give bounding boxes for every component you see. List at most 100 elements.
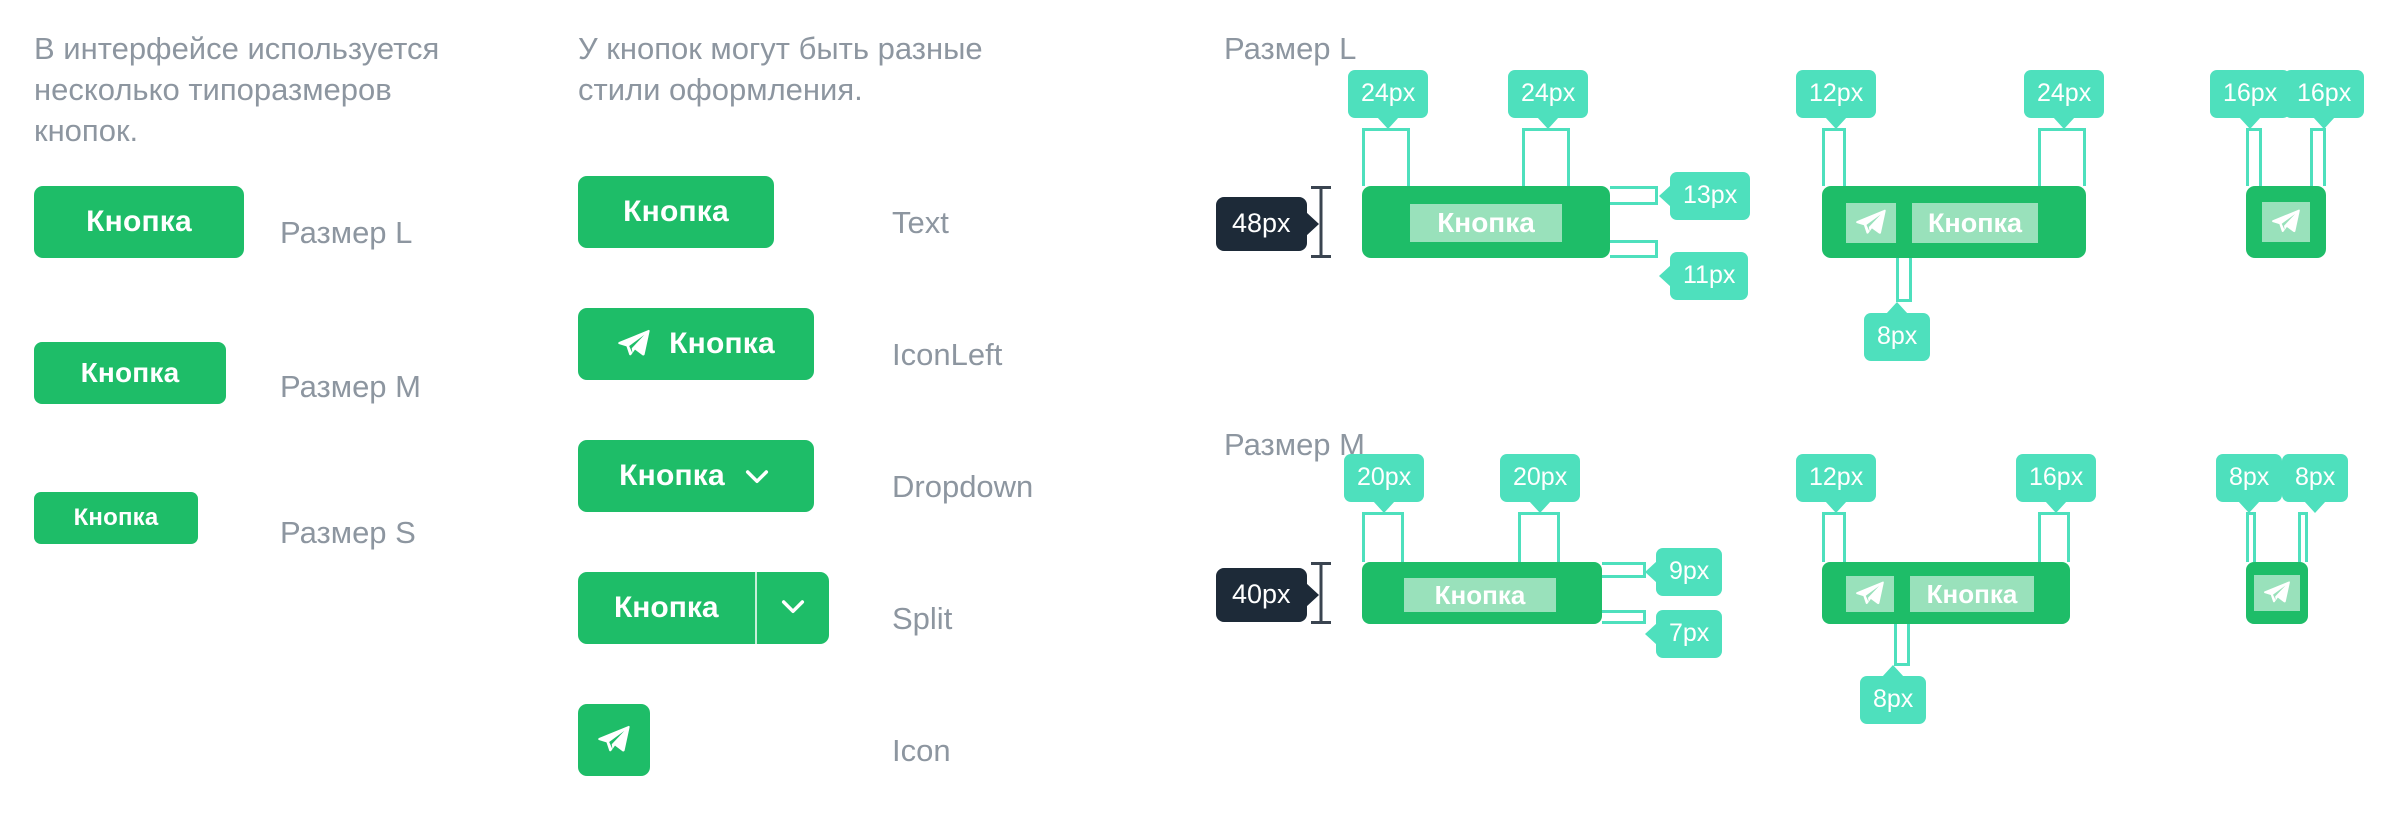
button-style-icon[interactable] xyxy=(578,704,650,776)
spec-m-icon-gap-badge: 8px xyxy=(1860,665,1927,724)
spec-m-icon-pad-left-value: 12px xyxy=(1809,463,1864,491)
chevron-down-icon xyxy=(741,460,773,492)
button-style-split-label: Кнопка xyxy=(614,591,719,624)
spec-m-icon-pad-right-value: 16px xyxy=(2029,463,2084,491)
paper-plane-icon xyxy=(617,327,651,361)
intro-text-sizes: В интерфейсе используется несколько типо… xyxy=(34,31,440,148)
spec-m-icononly-pad-left-badge: 8px xyxy=(2216,454,2283,513)
spec-m-pad-left-value: 20px xyxy=(1357,463,1412,491)
size-s-caption: Размер S xyxy=(280,515,416,550)
spec-l-text-button-label: Кнопка xyxy=(1437,207,1535,238)
spec-l-icononly-pad-left-bracket xyxy=(2246,128,2262,186)
spec-l-icon-pad-left-bracket xyxy=(1822,128,1846,186)
spec-l-cap-bottom-bracket xyxy=(1610,240,1658,258)
spec-l-height-value: 48px xyxy=(1232,208,1291,238)
split-toggle-button[interactable] xyxy=(757,572,829,644)
style-text-caption: Text xyxy=(892,205,949,240)
spec-m-icon-glyph xyxy=(1846,576,1894,612)
spec-l-cap-bottom-badge: 11px xyxy=(1659,252,1749,300)
paper-plane-icon xyxy=(597,723,631,757)
spec-m-text-button-label: Кнопка xyxy=(1434,579,1526,610)
spec-m-icononly-button xyxy=(2246,562,2308,624)
spec-l-icon-button-label: Кнопка xyxy=(1927,207,2023,238)
spec-l-pad-left-value: 24px xyxy=(1361,79,1416,107)
button-style-iconleft-label: Кнопка xyxy=(669,327,775,360)
spec-m-cap-top-value: 9px xyxy=(1669,557,1710,585)
style-split-caption: Split xyxy=(892,601,953,636)
button-style-dropdown[interactable]: Кнопка xyxy=(578,440,814,512)
size-l-caption: Размер L xyxy=(280,215,413,250)
spec-m-icononly-pad-right-value: 8px xyxy=(2295,463,2336,491)
spec-l-icon-glyph xyxy=(1846,203,1896,243)
spec-m-icononly-pad-left-bracket xyxy=(2246,512,2256,562)
spec-m-height-value: 40px xyxy=(1232,579,1291,609)
split-divider xyxy=(754,572,757,644)
spec-l-icon-gap-value: 8px xyxy=(1877,322,1918,350)
button-style-dropdown-label: Кнопка xyxy=(619,459,725,492)
button-size-l[interactable]: Кнопка xyxy=(34,186,244,258)
spec-m-pad-right-value: 20px xyxy=(1513,463,1568,491)
spec-m-cap-bottom-badge: 7px xyxy=(1645,610,1723,658)
spec-m-icon-button: Кнопка xyxy=(1822,562,2070,624)
spec-l-icon-gap-bracket xyxy=(1896,258,1912,302)
spec-m-pad-left-badge: 20px xyxy=(1344,454,1425,513)
spec-m-icononly-pad-right-bracket xyxy=(2298,512,2308,562)
button-size-s-label: Кнопка xyxy=(73,504,159,531)
spec-l-cap-top-bracket xyxy=(1610,186,1658,205)
spec-l-icon-button: Кнопка xyxy=(1822,186,2086,258)
spec-m-text-button: Кнопка xyxy=(1362,562,1602,624)
spec-m-icononly-glyph xyxy=(2254,575,2300,611)
spec-m-icon-pad-left-bracket xyxy=(1822,512,1846,562)
spec-l-pad-left-badge: 24px xyxy=(1348,70,1429,129)
spec-l-icononly-pad-right-badge: 16px xyxy=(2284,70,2365,129)
spec-l-icon-pad-left-badge: 12px xyxy=(1796,70,1877,129)
spec-m-icon-gap-bracket xyxy=(1894,624,1910,666)
spec-l-icononly-pad-right-value: 16px xyxy=(2297,79,2352,107)
button-size-m[interactable]: Кнопка xyxy=(34,342,226,404)
spec-m-cap-bottom-value: 7px xyxy=(1669,619,1710,647)
spec-m-icononly-pad-left-value: 8px xyxy=(2229,463,2270,491)
button-style-text[interactable]: Кнопка xyxy=(578,176,774,248)
paper-plane-icon xyxy=(1855,579,1885,609)
spec-m-icon-gap-value: 8px xyxy=(1873,685,1914,713)
spec-m-icon-button-label: Кнопка xyxy=(1926,578,2018,609)
button-style-iconleft[interactable]: Кнопка xyxy=(578,308,814,380)
spec-l-icononly-button xyxy=(2246,186,2326,258)
spec-m-icon-pad-right-badge: 16px xyxy=(2016,454,2097,513)
spec-l-text-button: Кнопка xyxy=(1362,186,1610,258)
button-size-s[interactable]: Кнопка xyxy=(34,492,198,544)
button-style-split[interactable]: Кнопка xyxy=(578,572,829,644)
spec-m-pad-right-bracket xyxy=(1518,512,1560,562)
spec-m-cap-top-bracket xyxy=(1602,562,1646,578)
intro-text-styles: У кнопок могут быть разные стили оформле… xyxy=(578,31,983,107)
spec-m-icon-pad-left-badge: 12px xyxy=(1796,454,1877,513)
style-icon-caption: Icon xyxy=(892,733,951,768)
spec-l-icon-pad-right-value: 24px xyxy=(2037,79,2092,107)
spec-m-height-badge: 40px xyxy=(1216,568,1319,622)
button-style-text-label: Кнопка xyxy=(623,195,729,228)
button-size-l-label: Кнопка xyxy=(86,205,192,238)
spec-l-cap-top-value: 13px xyxy=(1683,181,1738,209)
spec-l-pad-right-bracket xyxy=(1522,128,1570,186)
spec-m-cap-top-badge: 9px xyxy=(1645,548,1723,596)
spec-m-icononly-pad-right-badge: 8px xyxy=(2282,454,2349,513)
split-main-button[interactable]: Кнопка xyxy=(578,572,755,644)
spec-l-icononly-pad-left-badge: 16px xyxy=(2210,70,2291,129)
spec-l-icon-pad-right-badge: 24px xyxy=(2024,70,2105,129)
paper-plane-icon xyxy=(1855,207,1887,239)
spec-l-icon-pad-left-value: 12px xyxy=(1809,79,1864,107)
spec-m-cap-bottom-bracket xyxy=(1602,610,1646,624)
spec-m-pad-right-badge: 20px xyxy=(1500,454,1581,513)
paper-plane-icon xyxy=(2271,207,2301,237)
spec-l-icon-gap-badge: 8px xyxy=(1864,302,1931,361)
spec-l-icon-pad-right-bracket xyxy=(2038,128,2086,186)
style-iconleft-caption: IconLeft xyxy=(892,337,1003,372)
spec-l-pad-right-badge: 24px xyxy=(1508,70,1589,129)
spec-m-icon-pad-right-bracket xyxy=(2038,512,2070,562)
size-m-caption: Размер M xyxy=(280,369,421,404)
paper-plane-icon xyxy=(2263,579,2291,607)
spec-l-cap-top-badge: 13px xyxy=(1659,172,1751,220)
buttons-spec-sheet: В интерфейсе используется несколько типо… xyxy=(0,0,2384,838)
button-size-m-label: Кнопка xyxy=(80,357,180,388)
style-dropdown-caption: Dropdown xyxy=(892,469,1034,504)
